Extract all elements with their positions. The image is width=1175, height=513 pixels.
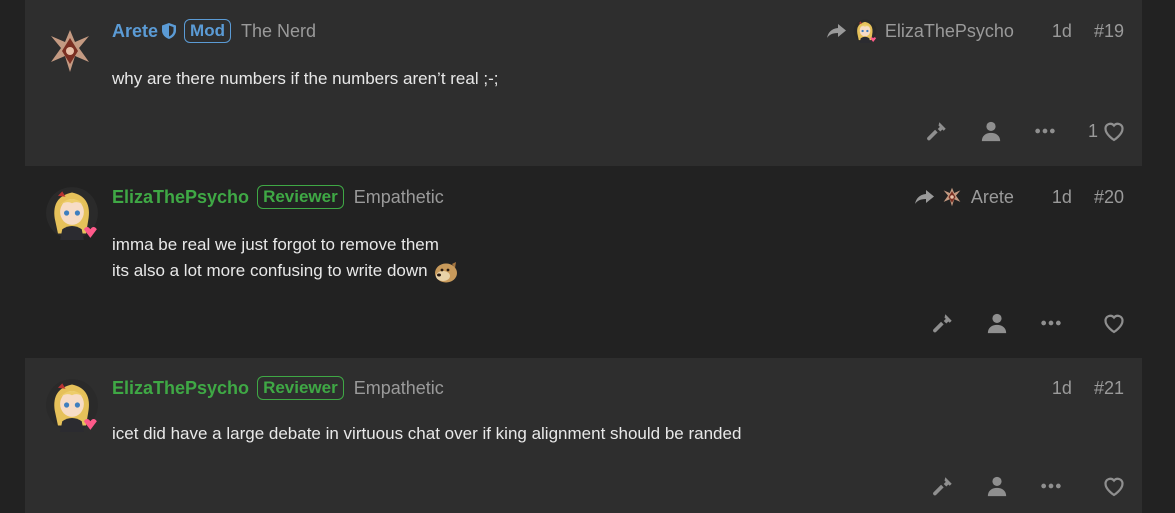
post-number[interactable]: #20: [1094, 187, 1124, 208]
heart-icon: [1102, 474, 1126, 498]
like-count: 1: [1087, 120, 1098, 141]
post-text-line: imma be real we just forgot to remove th…: [112, 235, 439, 254]
user-title: The Nerd: [240, 20, 317, 41]
username[interactable]: ElizaThePsycho: [112, 378, 249, 399]
heart-icon: [1102, 311, 1126, 335]
user-icon: [986, 475, 1008, 497]
reply-to-link[interactable]: ElizaThePsycho: [827, 18, 1014, 44]
reply-arrow-icon: [827, 23, 847, 39]
more-icon: [1034, 120, 1056, 142]
post-19: Arete Mod The Nerd ElizaThePsycho 1d #19…: [25, 0, 1142, 166]
reply-arrow-icon: [915, 189, 935, 205]
flair-badge: Reviewer: [257, 376, 344, 400]
post-age[interactable]: 1d: [1052, 378, 1072, 399]
user-icon: [980, 120, 1002, 142]
post-header: Arete Mod The Nerd ElizaThePsycho 1d #19: [112, 18, 1124, 44]
avatar-eliza[interactable]: [45, 378, 99, 432]
post-text-line: its also a lot more confusing to write d…: [112, 261, 428, 280]
shield-icon: [162, 23, 177, 39]
post-body: why are there numbers if the numbers are…: [112, 66, 498, 92]
post-actions: 1: [910, 118, 1126, 144]
moderate-button[interactable]: [910, 118, 964, 144]
reply-to-link[interactable]: Arete: [915, 186, 1014, 208]
more-button[interactable]: [1024, 473, 1078, 499]
post-text-line: icet did have a large debate in virtuous…: [112, 424, 742, 443]
post-age[interactable]: 1d: [1052, 187, 1072, 208]
post-body: icet did have a large debate in virtuous…: [112, 421, 741, 447]
more-button[interactable]: [1018, 118, 1072, 144]
doge-emoji: [435, 261, 458, 283]
flair-badge: Mod: [184, 19, 231, 43]
like-button[interactable]: [1078, 474, 1126, 498]
flair-badge: Reviewer: [257, 185, 344, 209]
more-icon: [1040, 475, 1062, 497]
like-button[interactable]: 1: [1072, 119, 1126, 143]
post-meta: ElizaThePsycho 1d #19: [827, 18, 1124, 44]
more-icon: [1040, 312, 1062, 334]
reply-to-username: ElizaThePsycho: [884, 20, 1014, 41]
username[interactable]: Arete: [112, 21, 158, 42]
hammer-icon: [932, 475, 954, 497]
avatar-eliza[interactable]: [45, 186, 99, 240]
user-title: Empathetic: [353, 186, 444, 207]
user-button[interactable]: [964, 118, 1018, 144]
avatar-arete-small: [941, 186, 963, 208]
heart-icon: [1102, 119, 1126, 143]
post-number[interactable]: #21: [1094, 378, 1124, 399]
post-text-line-row: its also a lot more confusing to write d…: [112, 258, 458, 284]
post-actions: [916, 310, 1126, 336]
reply-to-username: Arete: [970, 186, 1014, 207]
avatar-eliza-small: [853, 18, 877, 44]
user-button[interactable]: [970, 310, 1024, 336]
hammer-icon: [932, 312, 954, 334]
post-body: imma be real we just forgot to remove th…: [112, 232, 458, 284]
post-meta: 1d #21: [1052, 378, 1124, 399]
user-title: Empathetic: [353, 377, 444, 398]
post-age[interactable]: 1d: [1052, 21, 1072, 42]
hammer-icon: [926, 120, 948, 142]
user-button[interactable]: [970, 473, 1024, 499]
post-meta: Arete 1d #20: [915, 186, 1124, 208]
more-button[interactable]: [1024, 310, 1078, 336]
like-button[interactable]: [1078, 311, 1126, 335]
avatar-arete[interactable]: [45, 26, 95, 76]
post-text-line: why are there numbers if the numbers are…: [112, 69, 499, 88]
post-20: ElizaThePsycho Reviewer Empathetic Arete…: [25, 166, 1142, 358]
post-21: ElizaThePsycho Reviewer Empathetic 1d #2…: [25, 358, 1142, 513]
username[interactable]: ElizaThePsycho: [112, 187, 249, 208]
post-number[interactable]: #19: [1094, 21, 1124, 42]
user-icon: [986, 312, 1008, 334]
post-header: ElizaThePsycho Reviewer Empathetic Arete…: [112, 184, 1124, 210]
post-actions: [916, 473, 1126, 499]
moderate-button[interactable]: [916, 473, 970, 499]
post-header: ElizaThePsycho Reviewer Empathetic 1d #2…: [112, 375, 1124, 401]
moderate-button[interactable]: [916, 310, 970, 336]
